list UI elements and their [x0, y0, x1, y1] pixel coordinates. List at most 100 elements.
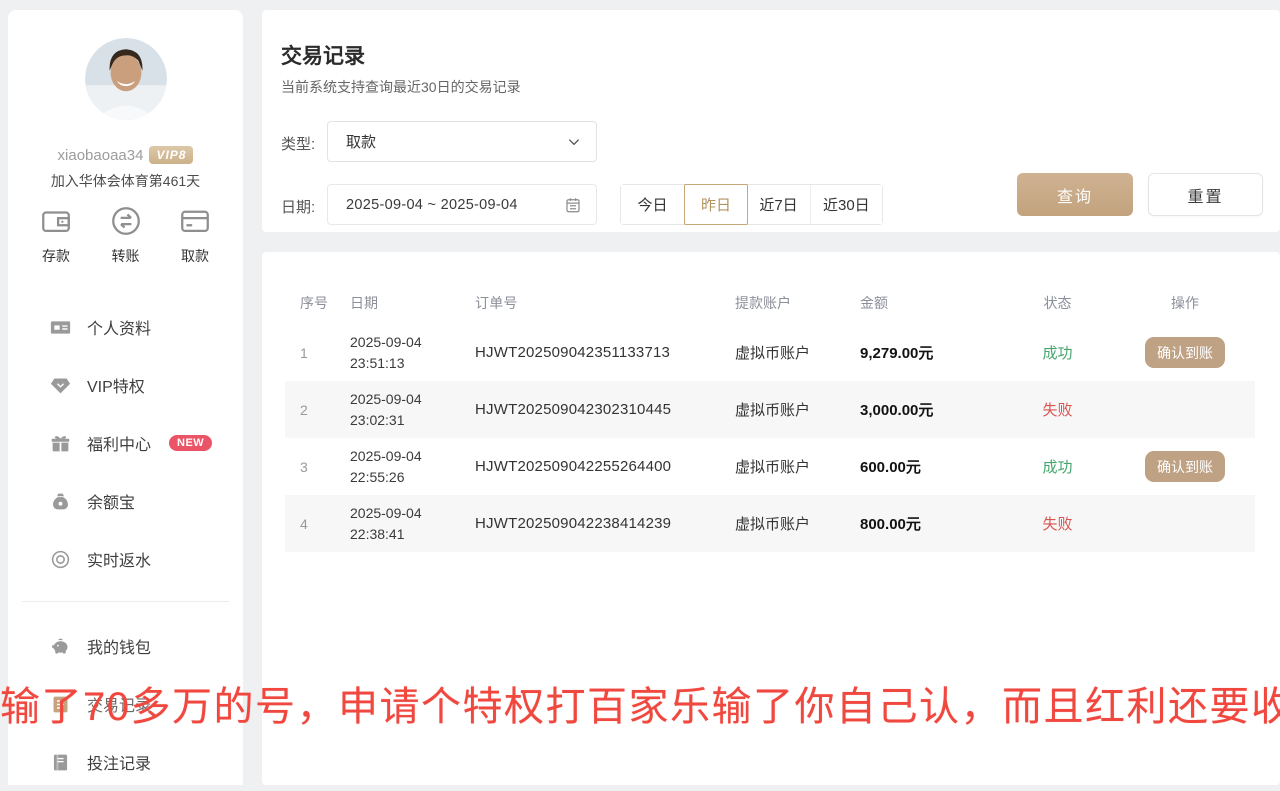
col-header-account: 提款账户 [730, 293, 855, 313]
transactions-table: 序号 日期 订单号 提款账户 金额 状态 操作 1 2025-09-04 23:… [285, 282, 1255, 552]
cell-order-no: HJWT202509042302310445 [470, 401, 730, 418]
sidebar-item-yuebao[interactable]: 余额宝 [8, 472, 243, 530]
sidebar-item-label: 余额宝 [87, 489, 135, 513]
date-range-value: 2025-09-04 ~ 2025-09-04 [346, 197, 564, 213]
id-card-icon [50, 317, 71, 338]
col-header-index: 序号 [285, 293, 345, 313]
sidebar-item-betting-records[interactable]: 投注记录 [8, 733, 243, 791]
deposit-button[interactable]: 存款 [26, 204, 86, 266]
cell-account: 虚拟币账户 [730, 513, 855, 534]
range-today-button[interactable]: 今日 [621, 185, 685, 224]
withdraw-button[interactable]: 取款 [165, 204, 225, 266]
sidebar-item-label: 我的钱包 [87, 634, 151, 658]
username: xiaobaoaa34 [58, 147, 144, 164]
range-yesterday-button[interactable]: 昨日 [684, 184, 748, 225]
join-days-text: 加入华体会体育第461天 [8, 171, 243, 191]
col-header-amount: 金额 [855, 293, 1000, 313]
transfer-icon [109, 204, 143, 238]
table-row: 1 2025-09-04 23:51:13 HJWT20250904235113… [285, 324, 1255, 381]
table-row: 3 2025-09-04 22:55:26 HJWT20250904225526… [285, 438, 1255, 495]
cell-index: 2 [285, 402, 345, 418]
cell-date: 2025-09-04 22:38:41 [345, 503, 470, 544]
sidebar-item-label: 个人资料 [87, 315, 151, 339]
col-header-status: 状态 [1000, 293, 1115, 313]
cell-order-no: HJWT202509042255264400 [470, 458, 730, 475]
table-row: 2 2025-09-04 23:02:31 HJWT20250904230231… [285, 381, 1255, 438]
transaction-icon [50, 694, 71, 715]
cell-status: 成功 [1000, 342, 1115, 363]
cell-index: 1 [285, 345, 345, 361]
status-text: 成功 [1042, 459, 1072, 476]
sidebar-item-rebate[interactable]: 实时返水 [8, 530, 243, 588]
sidebar-item-label: 实时返水 [87, 547, 151, 571]
cell-date: 2025-09-04 22:55:26 [345, 446, 470, 487]
cell-date-day: 2025-09-04 [350, 446, 470, 466]
cell-account: 虚拟币账户 [730, 399, 855, 420]
cell-date-time: 23:02:31 [350, 410, 470, 430]
sidebar-item-vip[interactable]: VIP特权 [8, 356, 243, 414]
cell-date-day: 2025-09-04 [350, 389, 470, 409]
range-30days-button[interactable]: 近30日 [811, 185, 882, 224]
date-range-input[interactable]: 2025-09-04 ~ 2025-09-04 [327, 184, 597, 225]
cell-date: 2025-09-04 23:02:31 [345, 389, 470, 430]
piggy-bank-icon [50, 636, 71, 657]
page-title: 交易记录 [281, 40, 365, 70]
calendar-icon[interactable] [564, 196, 582, 214]
sidebar-item-transactions[interactable]: 交易记录 [8, 675, 243, 733]
table-row: 4 2025-09-04 22:38:41 HJWT20250904223841… [285, 495, 1255, 552]
col-header-action: 操作 [1115, 293, 1255, 313]
deposit-label: 存款 [42, 246, 70, 266]
cell-account: 虚拟币账户 [730, 342, 855, 363]
chevron-down-icon [566, 134, 582, 150]
status-text: 成功 [1042, 345, 1072, 362]
cell-amount: 800.00元 [855, 513, 1000, 534]
status-text: 失败 [1042, 516, 1072, 533]
query-button[interactable]: 查询 [1017, 173, 1133, 216]
withdraw-label: 取款 [181, 246, 209, 266]
cell-amount: 600.00元 [855, 456, 1000, 477]
filter-card: 交易记录 当前系统支持查询最近30日的交易记录 类型: 取款 日期: 2025-… [262, 10, 1280, 232]
cell-date-day: 2025-09-04 [350, 503, 470, 523]
col-header-order: 订单号 [470, 293, 730, 313]
avatar [85, 38, 167, 120]
wallet-icon [39, 204, 73, 238]
new-badge: NEW [169, 435, 212, 451]
confirm-arrival-button[interactable]: 确认到账 [1145, 451, 1225, 482]
cell-date: 2025-09-04 23:51:13 [345, 332, 470, 373]
cell-status: 成功 [1000, 456, 1115, 477]
type-select-value: 取款 [346, 131, 566, 152]
page-subtitle: 当前系统支持查询最近30日的交易记录 [281, 77, 521, 97]
cell-date-time: 23:51:13 [350, 353, 470, 373]
sidebar-item-wallet[interactable]: 我的钱包 [8, 617, 243, 675]
transfer-button[interactable]: 转账 [96, 204, 156, 266]
sidebar-item-label: 投注记录 [87, 750, 151, 774]
type-select[interactable]: 取款 [327, 121, 597, 162]
sidebar-menu-bottom: 我的钱包 交易记录 投注记录 [8, 617, 243, 791]
sidebar-item-label: VIP特权 [87, 373, 145, 397]
status-text: 失败 [1042, 402, 1072, 419]
user-row: xiaobaoaa34 VIP8 [8, 146, 243, 164]
cell-date-time: 22:55:26 [350, 467, 470, 487]
sidebar-item-benefits[interactable]: 福利中心 NEW [8, 414, 243, 472]
reset-button[interactable]: 重置 [1148, 173, 1263, 216]
vip-badge: VIP8 [149, 146, 193, 164]
cell-order-no: HJWT202509042238414239 [470, 515, 730, 532]
avatar-wrap [8, 38, 243, 120]
cell-index: 3 [285, 459, 345, 475]
date-filter-label: 日期: [281, 196, 315, 217]
gem-icon [50, 375, 71, 396]
sidebar: xiaobaoaa34 VIP8 加入华体会体育第461天 存款 转账 [8, 10, 243, 785]
cell-status: 失败 [1000, 513, 1115, 534]
page: xiaobaoaa34 VIP8 加入华体会体育第461天 存款 转账 [0, 0, 1280, 785]
quick-actions: 存款 转账 取款 [26, 204, 225, 266]
cell-amount: 3,000.00元 [855, 399, 1000, 420]
betting-record-icon [50, 752, 71, 773]
type-filter-label: 类型: [281, 133, 315, 154]
sidebar-divider [22, 601, 229, 602]
cell-date-day: 2025-09-04 [350, 332, 470, 352]
confirm-arrival-button[interactable]: 确认到账 [1145, 337, 1225, 368]
cell-action: 确认到账 [1115, 451, 1255, 482]
range-7days-button[interactable]: 近7日 [747, 185, 811, 224]
sidebar-item-profile[interactable]: 个人资料 [8, 298, 243, 356]
cell-date-time: 22:38:41 [350, 524, 470, 544]
